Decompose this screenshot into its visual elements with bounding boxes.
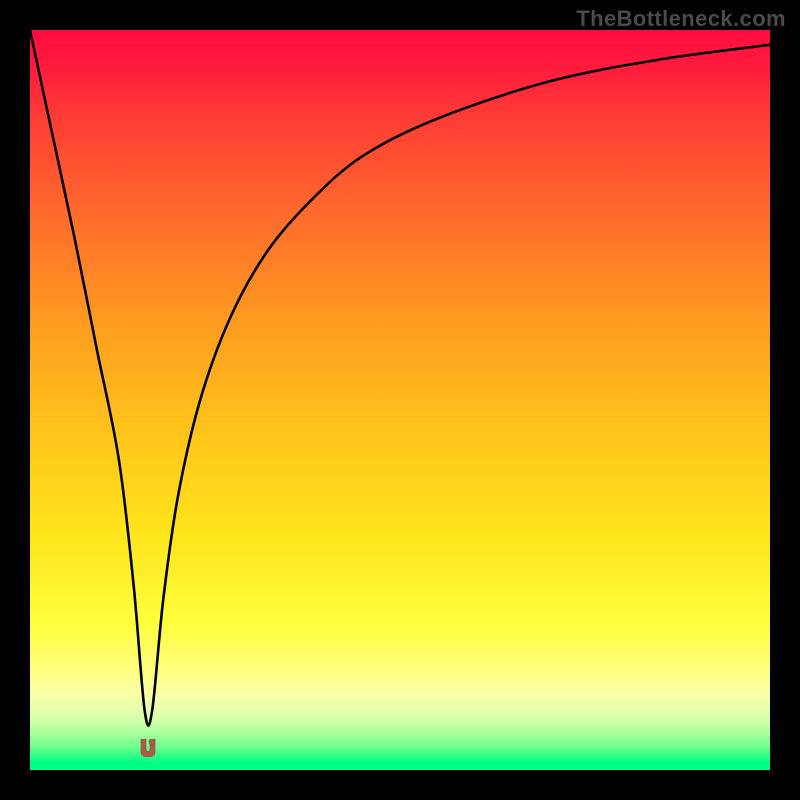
bottleneck-curve bbox=[30, 30, 770, 770]
watermark: TheBottleneck.com bbox=[576, 6, 786, 32]
chart-frame: TheBottleneck.com bbox=[0, 0, 800, 800]
plot-area bbox=[30, 30, 770, 770]
